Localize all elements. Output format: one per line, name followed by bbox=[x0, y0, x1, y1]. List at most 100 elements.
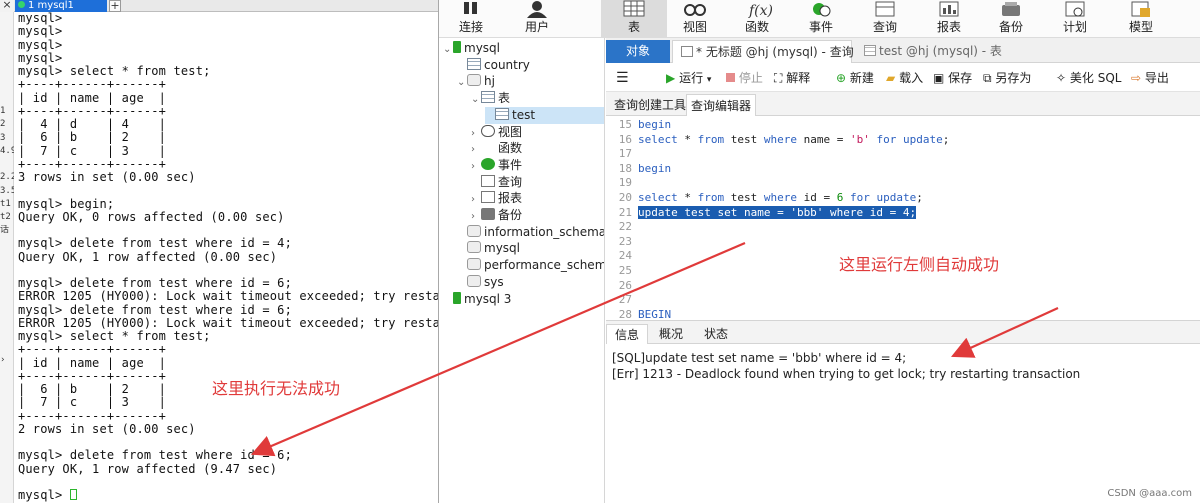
editor-line[interactable]: 22 bbox=[606, 220, 638, 235]
stop-button[interactable]: 停止 bbox=[726, 69, 763, 87]
tab-status[interactable]: 状态 bbox=[696, 324, 736, 345]
tree-item[interactable]: performance_schema bbox=[457, 257, 605, 274]
tree-item[interactable]: country bbox=[457, 57, 604, 74]
line-number: 19 bbox=[618, 176, 632, 190]
editor-line[interactable]: 27 bbox=[606, 293, 638, 308]
tab-query-builder[interactable]: 查询创建工具 bbox=[610, 94, 690, 116]
export-button[interactable]: ⇨ 导出 bbox=[1131, 69, 1169, 87]
toolbar-label: 备份 bbox=[998, 20, 1023, 34]
code-text: select * from test where id = 6 for upda… bbox=[638, 191, 923, 204]
tab-query-editor[interactable]: 查询编辑器 bbox=[686, 94, 757, 116]
toolbar-query-button[interactable]: 查询 bbox=[863, 0, 907, 38]
toolbar-backup-button[interactable]: 备份 bbox=[989, 0, 1033, 38]
terminal-line: mysql> begin; bbox=[18, 196, 115, 211]
tree-item[interactable]: ⌄ hj bbox=[457, 73, 604, 91]
menu-icon[interactable]: ☰ bbox=[616, 69, 629, 87]
line-number: 27 bbox=[618, 293, 632, 307]
annotation-right: 这里运行左侧自动成功 bbox=[839, 255, 1000, 274]
editor-line[interactable]: 23 bbox=[606, 235, 638, 250]
tree-item-label: hj bbox=[484, 74, 495, 89]
chevron-right-icon[interactable]: › bbox=[471, 208, 481, 225]
load-button[interactable]: ▰ 载入 bbox=[886, 69, 923, 87]
tree-item[interactable]: information_schema bbox=[457, 224, 604, 241]
beautify-sql-button[interactable]: ✧ 美化 SQL bbox=[1056, 69, 1121, 87]
tab-test-table[interactable]: test @hj (mysql) - 表 bbox=[856, 40, 1016, 63]
tree-item[interactable]: ⌄ mysql bbox=[443, 40, 604, 58]
gutter-mark: 1 bbox=[0, 106, 6, 116]
terminal-tab-mysql1[interactable]: 1 mysql1 bbox=[15, 0, 107, 12]
chevron-right-icon[interactable]: › bbox=[471, 191, 481, 208]
message-sql-line: [SQL]update test set name = 'bbb' where … bbox=[612, 351, 907, 365]
editor-line[interactable]: 16 select * from test where name = 'b' fo… bbox=[606, 133, 950, 148]
database-icon bbox=[467, 224, 481, 237]
terminal-line: Query OK, 1 row affected (0.00 sec) bbox=[18, 249, 278, 264]
chevron-right-icon[interactable]: › bbox=[471, 125, 481, 142]
tab-untitled-query[interactable]: * 无标题 @hj (mysql) - 查询 bbox=[672, 40, 854, 63]
chevron-down-icon[interactable]: ⌄ bbox=[457, 74, 467, 91]
chevron-right-icon[interactable]: › bbox=[471, 158, 481, 175]
editor-line[interactable]: 24 bbox=[606, 249, 638, 264]
save-as-button[interactable]: ⧉ 另存为 bbox=[983, 69, 1031, 87]
line-number: 25 bbox=[618, 264, 632, 277]
tree-item[interactable]: › 报表 bbox=[471, 190, 604, 208]
tab-message[interactable]: 信息 bbox=[606, 324, 649, 345]
code-text: BEGIN bbox=[638, 307, 672, 320]
toolbar-label: 视图 bbox=[682, 20, 707, 34]
editor-line[interactable]: 15 begin bbox=[606, 118, 671, 133]
editor-line[interactable]: 21 update test set name = 'bbb' where id … bbox=[606, 205, 917, 221]
chevron-down-icon: ▾ bbox=[706, 75, 712, 85]
main-toolbar: 连接 用户 表 视图 f(x) 函数 事件 查询 报表 备份 计划 模型 bbox=[439, 0, 1200, 38]
toolbar-model-button[interactable]: 模型 bbox=[1119, 0, 1163, 38]
chevron-right-icon[interactable]: › bbox=[471, 141, 481, 158]
table-icon bbox=[467, 57, 481, 70]
save-icon: ▣ bbox=[933, 71, 945, 85]
toolbar-view-button[interactable]: 视图 bbox=[673, 0, 717, 38]
toolbar-event-button[interactable]: 事件 bbox=[799, 0, 843, 38]
sql-editor[interactable]: 15 begin 16 select * from test where name =… bbox=[606, 117, 1200, 320]
tree-item[interactable]: › 备份 bbox=[471, 207, 604, 225]
code-text: update test set name = 'bbb' where id = … bbox=[638, 205, 917, 219]
add-tab-button[interactable]: + bbox=[109, 0, 121, 12]
editor-line[interactable]: 26 bbox=[606, 279, 638, 294]
toolbar-table-button[interactable]: 表 bbox=[601, 0, 667, 38]
toolbar-connection-button[interactable]: 连接 bbox=[451, 0, 491, 38]
tree-item[interactable]: sys bbox=[457, 274, 604, 291]
tab-objects[interactable]: 对象 bbox=[606, 40, 670, 63]
editor-line[interactable]: 25 bbox=[606, 264, 638, 279]
editor-line[interactable]: 20 select * from test where id = 6 for up… bbox=[606, 191, 923, 206]
tab-profile[interactable]: 概况 bbox=[651, 324, 691, 345]
run-button[interactable]: ▶ 运行 ▾ bbox=[666, 69, 711, 87]
tree-item-label: performance_schema bbox=[484, 258, 605, 273]
tree-item[interactable]: mysql bbox=[457, 240, 604, 257]
tree-item[interactable]: 查询 bbox=[471, 174, 604, 191]
editor-line[interactable]: 18 begin bbox=[606, 162, 671, 177]
chevron-down-icon[interactable]: ⌄ bbox=[471, 91, 481, 108]
explain-button[interactable]: ⛶ 解释 bbox=[774, 69, 810, 87]
tree-item[interactable]: › 事件 bbox=[471, 157, 604, 175]
result-tab-bar: 信息 概况 状态 bbox=[606, 320, 1200, 345]
toolbar-schedule-button[interactable]: 计划 bbox=[1053, 0, 1097, 38]
tree-item[interactable]: mysql 3 bbox=[443, 291, 604, 308]
line-number: 20 bbox=[618, 191, 632, 204]
toolbar-function-button[interactable]: f(x) 函数 bbox=[735, 0, 779, 38]
tree-item-label: 函数 bbox=[498, 141, 523, 156]
terminal-line: mysql> select * from test; bbox=[18, 64, 211, 78]
view-icon bbox=[481, 124, 495, 137]
editor-line[interactable]: 28 BEGIN bbox=[606, 308, 671, 320]
save-button[interactable]: ▣ 保存 bbox=[933, 69, 972, 87]
terminal-output[interactable]: mysql> mysql> mysql> mysql> mysql> select * … bbox=[18, 12, 438, 503]
toolbar-label: 计划 bbox=[1062, 20, 1087, 34]
tree-item[interactable]: ⌄ 表 bbox=[471, 90, 604, 108]
editor-line[interactable]: 17 bbox=[606, 147, 638, 162]
new-button[interactable]: ⊕ 新建 bbox=[836, 69, 874, 87]
close-icon[interactable]: × bbox=[0, 0, 14, 12]
database-icon bbox=[467, 274, 481, 287]
chevron-right-icon[interactable]: › bbox=[0, 355, 14, 365]
tree-item[interactable]: › 视图 bbox=[471, 124, 604, 142]
tree-item[interactable]: test bbox=[485, 106, 604, 124]
editor-line[interactable]: 19 bbox=[606, 176, 638, 191]
tree-item[interactable]: › 函数 bbox=[471, 140, 604, 158]
chevron-down-icon[interactable]: ⌄ bbox=[443, 41, 453, 58]
toolbar-user-button[interactable]: 用户 bbox=[517, 0, 557, 38]
toolbar-report-button[interactable]: 报表 bbox=[927, 0, 971, 38]
